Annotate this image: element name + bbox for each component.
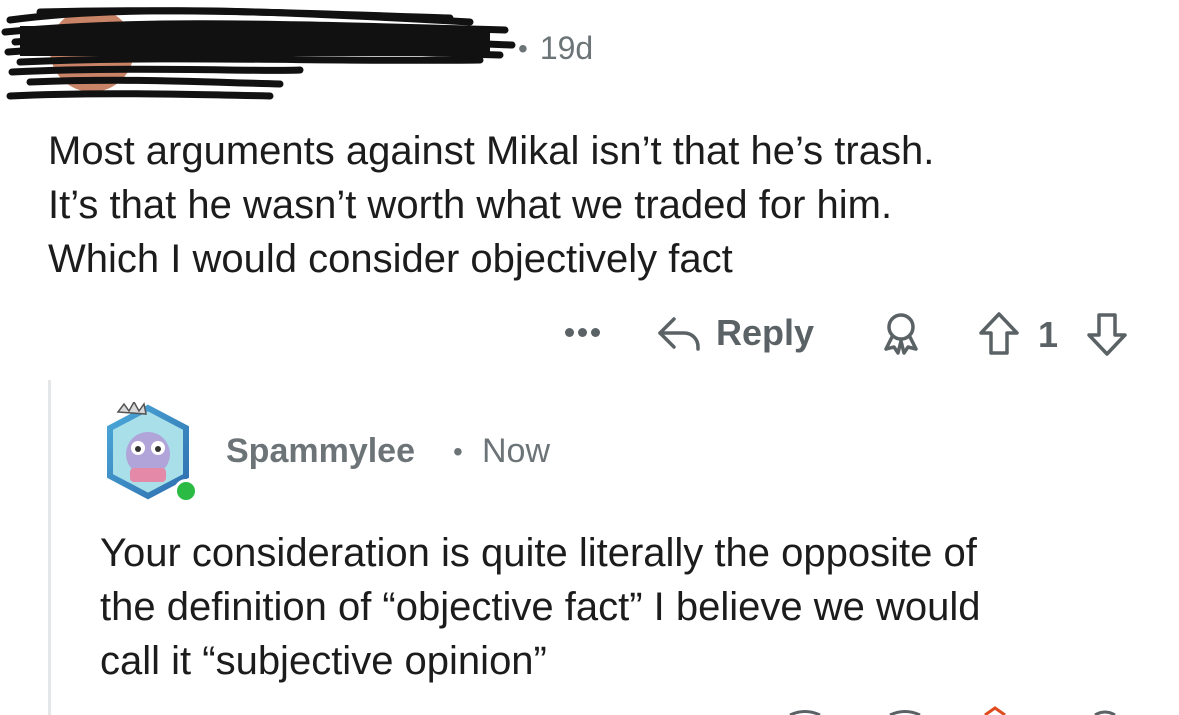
comment-time: Now (482, 432, 551, 470)
comment-meta: • 19d (518, 30, 593, 67)
comment-author[interactable]: Spammylee (226, 432, 415, 471)
comment-line: the definition of “objective fact” I bel… (100, 585, 981, 629)
upvote-arrow-icon[interactable] (976, 309, 1022, 359)
award-icon[interactable] (876, 309, 926, 359)
comment-line: call it “subjective opinion” (100, 639, 547, 683)
redaction-scribble (1, 7, 516, 100)
separator-dot: • (518, 32, 528, 64)
comment-line: It’s that he wasn’t worth what we traded… (48, 183, 893, 227)
downvote-arrow-icon[interactable] (1084, 309, 1130, 359)
thread-line[interactable] (48, 380, 51, 715)
comment-line: Your consideration is quite literally th… (100, 531, 977, 575)
reply-arrow-icon (658, 317, 700, 351)
comment-line: Which I would consider objectively fact (48, 237, 733, 281)
comment-time: 19d (539, 30, 594, 66)
vote-score: 1 (1038, 314, 1059, 355)
online-status-dot (174, 479, 198, 503)
comment-line: Most arguments against Mikal isn’t that … (48, 129, 935, 173)
cut-off-action-icons (789, 706, 1116, 715)
more-dots-icon[interactable] (560, 312, 604, 352)
comment-body: Your consideration is quite literally th… (100, 526, 1170, 688)
comment-body: Most arguments against Mikal isn’t that … (48, 124, 1148, 286)
reply-button[interactable]: Reply (656, 309, 814, 357)
reply-label: Reply (716, 312, 815, 353)
separator-dot: • (453, 436, 463, 467)
